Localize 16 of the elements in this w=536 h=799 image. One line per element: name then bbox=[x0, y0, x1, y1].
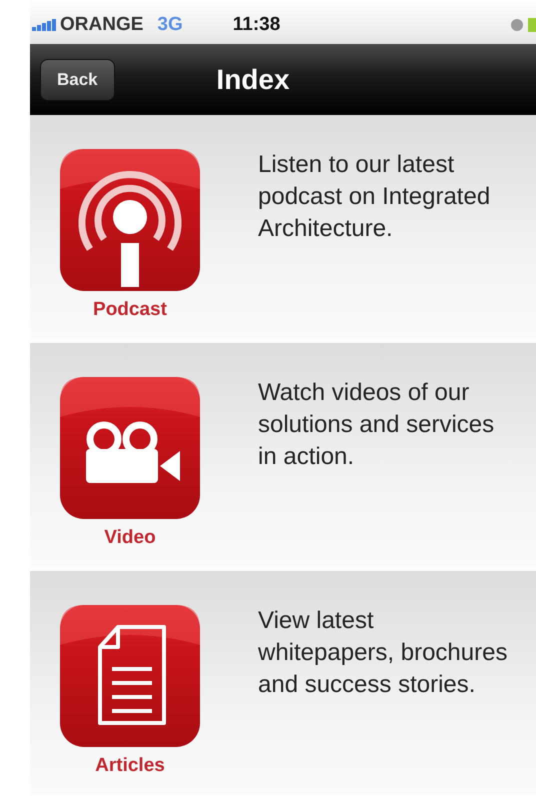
item-label[interactable]: Articles bbox=[95, 755, 165, 778]
clock-time: 11:38 bbox=[232, 14, 280, 36]
podcast-icon bbox=[60, 149, 200, 292]
video-camera-icon bbox=[60, 377, 200, 520]
item-description: Watch videos of our solutions and services in action. bbox=[258, 378, 496, 472]
item-description: View latest whitepapers, brochures and success stories. bbox=[258, 606, 508, 700]
item-label[interactable]: Video bbox=[104, 527, 156, 550]
signal-icon bbox=[32, 19, 56, 32]
network-type: 3G bbox=[157, 14, 183, 36]
battery-icon bbox=[528, 18, 536, 32]
item-label[interactable]: Podcast bbox=[93, 299, 167, 322]
page-title: Index bbox=[216, 64, 290, 95]
document-icon bbox=[60, 605, 200, 748]
carrier-name: ORANGE bbox=[60, 14, 144, 36]
back-button[interactable]: Back bbox=[40, 58, 115, 101]
item-description: Listen to our latest podcast on Integrated Architecture. bbox=[258, 150, 492, 244]
